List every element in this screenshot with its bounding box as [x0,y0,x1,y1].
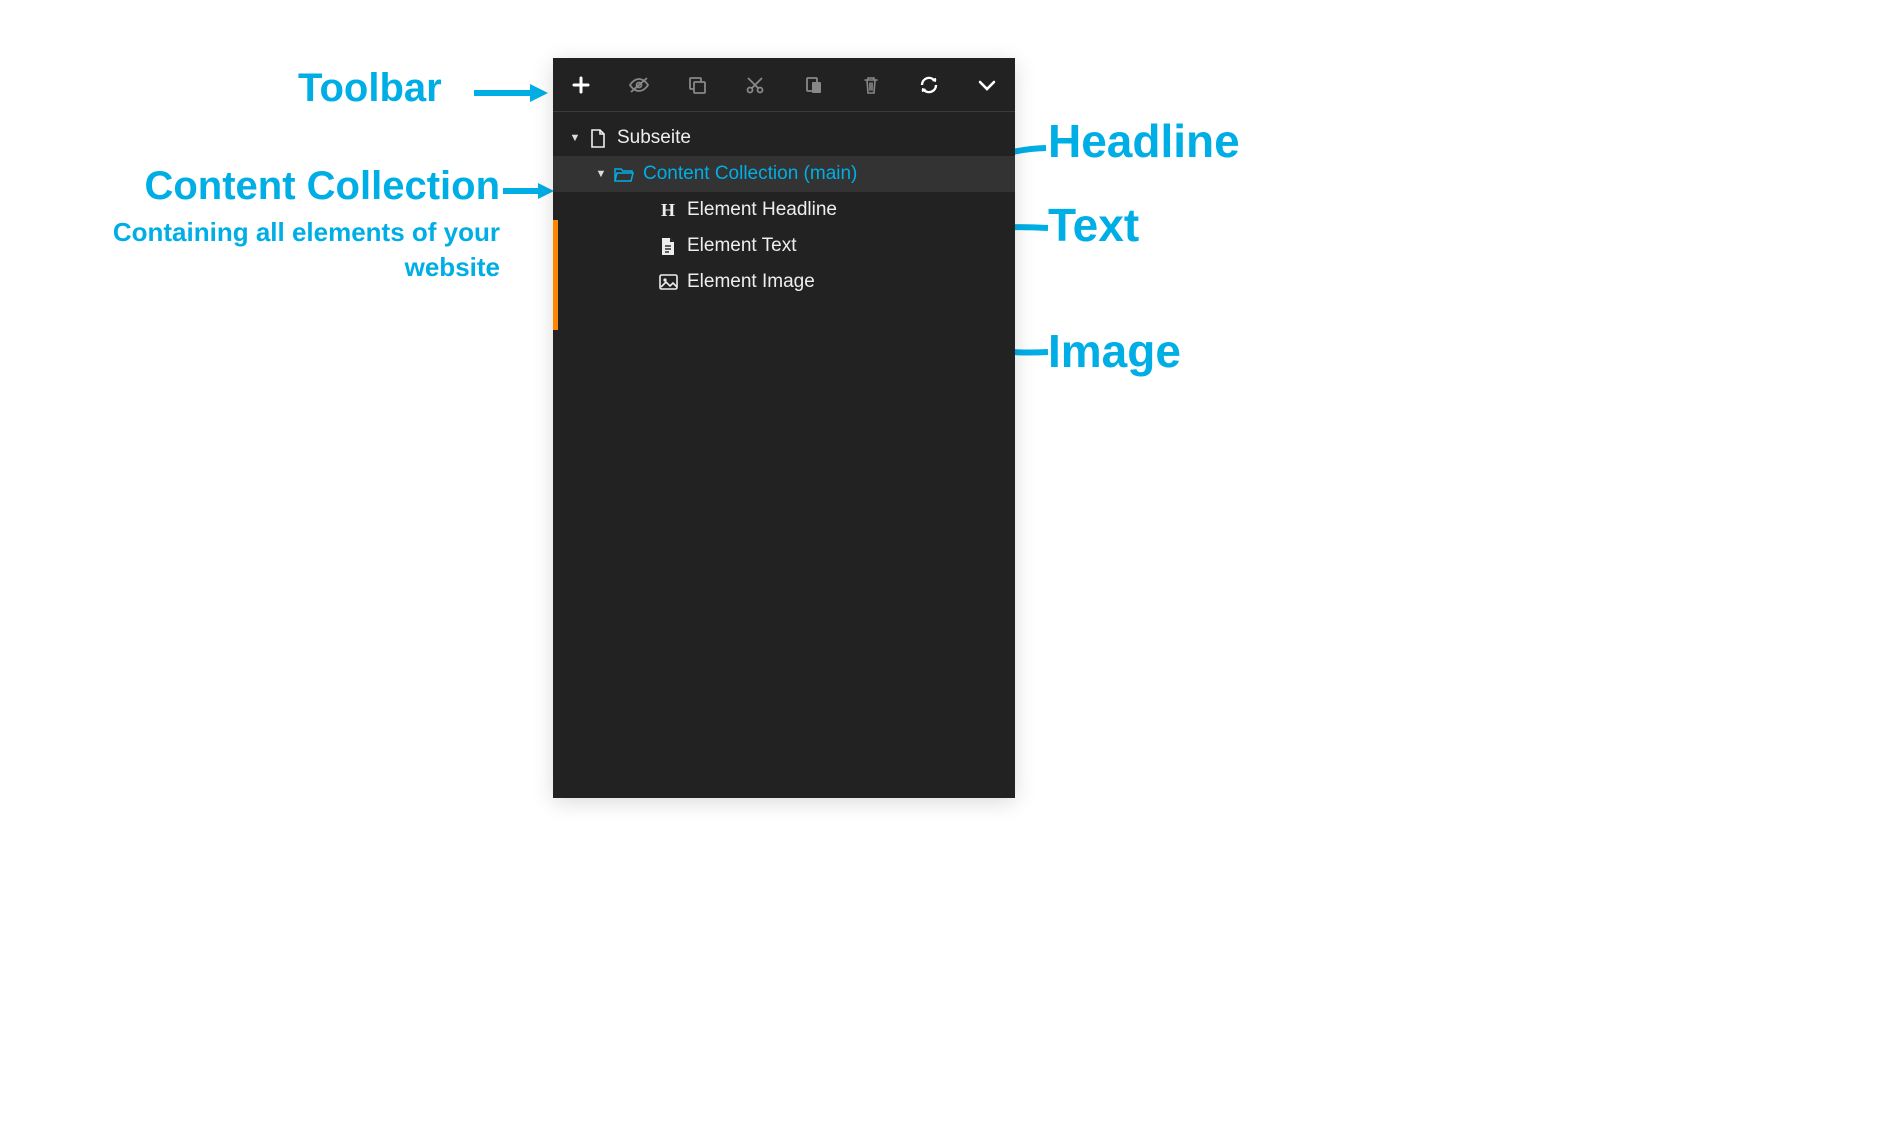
annotation-content-collection: Content Collection Containing all elemen… [22,164,500,285]
annotation-toolbar-label: Toolbar [298,66,442,110]
tree-node-image[interactable]: Element Image [553,264,1015,300]
tree-node-label: Element Text [687,235,796,257]
trash-icon [862,75,880,95]
add-button[interactable] [567,71,595,99]
paste-button[interactable] [799,71,827,99]
tree: ▼ Subseite ▼ Content Collection (main) H… [553,112,1015,300]
delete-button[interactable] [857,71,885,99]
caret-icon[interactable]: ▼ [593,168,609,180]
heading-icon: H [657,200,679,221]
annotation-toolbar: Toolbar [298,66,442,111]
annotation-cc-title: Content Collection [22,164,500,209]
chevron-down-icon [978,79,996,91]
image-icon [657,274,679,290]
file-icon [587,129,609,148]
collapse-button[interactable] [973,71,1001,99]
annotation-image: Image [1048,324,1181,378]
refresh-button[interactable] [915,71,943,99]
scissors-icon [745,75,765,95]
annotation-headline: Headline [1048,114,1240,168]
folder-open-icon [613,166,635,182]
structure-tree-panel: ▼ Subseite ▼ Content Collection (main) H… [553,58,1015,798]
annotation-text: Text [1048,198,1139,252]
tree-node-content-collection[interactable]: ▼ Content Collection (main) [553,156,1015,192]
tree-node-label: Element Image [687,271,815,293]
arrow-content-collection [500,178,556,204]
tree-node-headline[interactable]: H Element Headline [553,192,1015,228]
caret-icon[interactable]: ▼ [567,132,583,144]
tree-node-label: Content Collection (main) [643,163,857,185]
refresh-icon [919,75,939,95]
tree-node-text[interactable]: Element Text [553,228,1015,264]
toolbar [553,58,1015,112]
eye-slash-icon [628,76,650,94]
tree-node-label: Subseite [617,127,691,149]
copy-icon [687,75,707,95]
arrow-toolbar [470,78,550,108]
cut-button[interactable] [741,71,769,99]
file-text-icon [657,237,679,256]
hide-button[interactable] [625,71,653,99]
plus-icon [572,76,590,94]
copy-button[interactable] [683,71,711,99]
tree-node-page[interactable]: ▼ Subseite [553,120,1015,156]
tree-node-label: Element Headline [687,199,837,221]
selection-indicator [553,220,558,330]
annotation-cc-sub: Containing all elements of your website [22,215,500,285]
paste-icon [803,75,823,95]
